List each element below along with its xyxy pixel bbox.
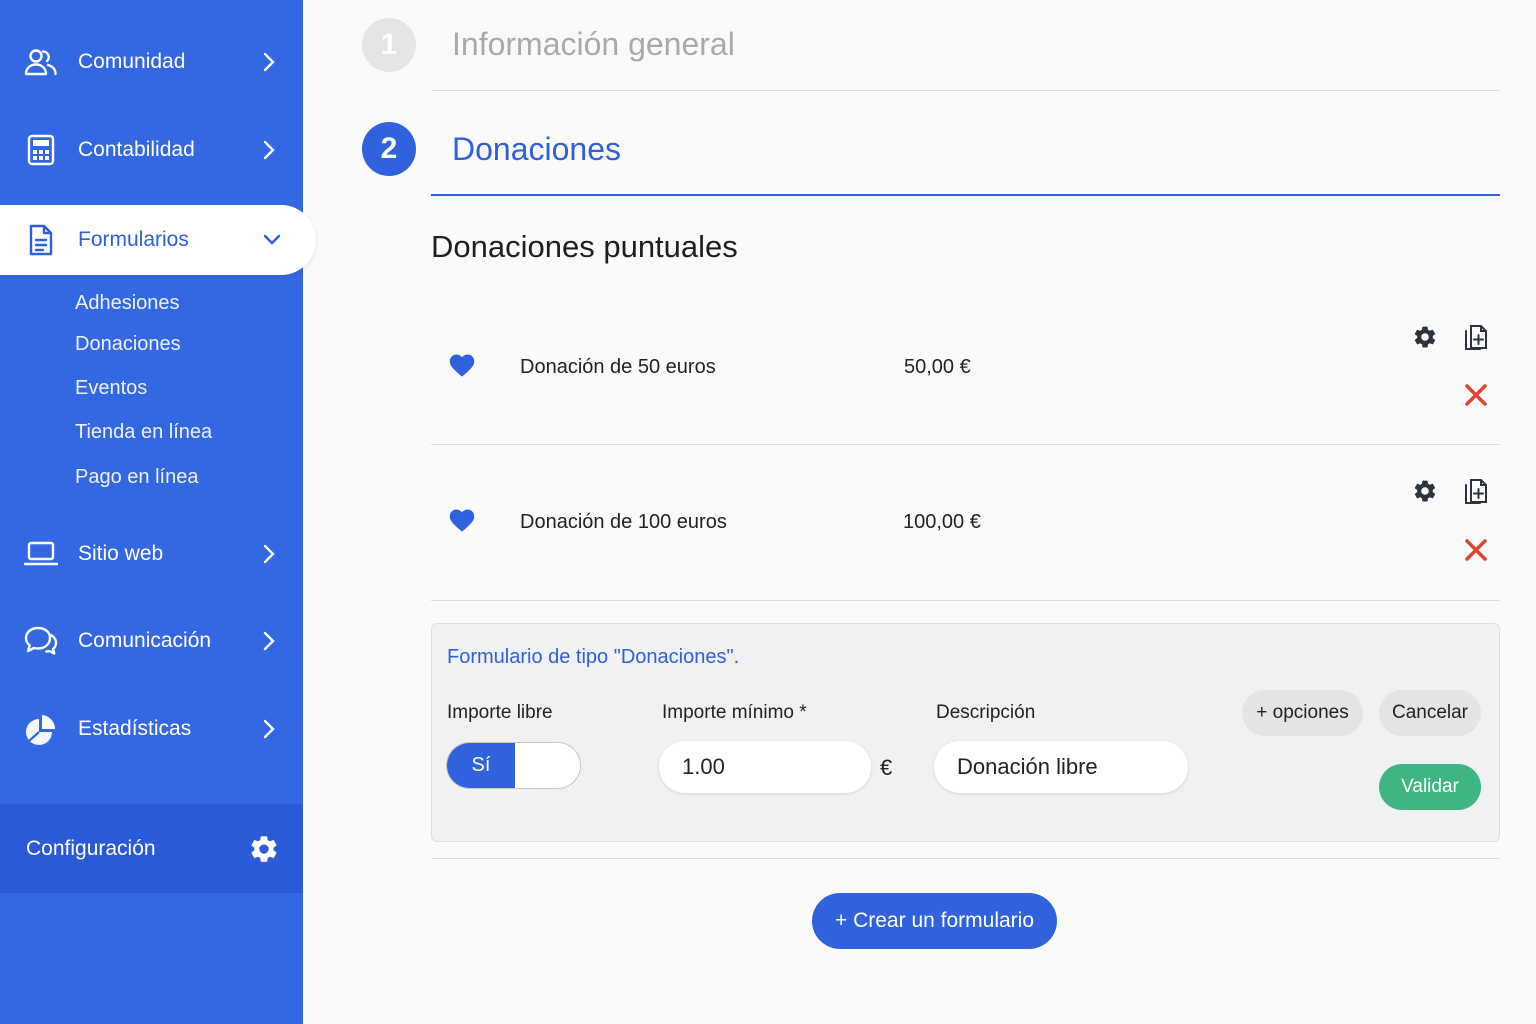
delete-icon[interactable] bbox=[1462, 381, 1490, 409]
heart-icon bbox=[448, 352, 476, 378]
toggle-on-label: Sí bbox=[447, 743, 515, 788]
step-2-title[interactable]: Donaciones bbox=[452, 131, 621, 168]
community-icon bbox=[24, 45, 58, 79]
sidebar: Comunidad Contabilidad Formularios Adhes… bbox=[0, 0, 316, 1024]
settings-gear-icon[interactable] bbox=[1411, 323, 1439, 351]
sidebar-item-sitio-web[interactable]: Sitio web bbox=[0, 519, 303, 589]
configuracion-label: Configuración bbox=[26, 836, 156, 860]
cancel-button[interactable]: Cancelar bbox=[1379, 690, 1481, 736]
validate-button[interactable]: Validar bbox=[1379, 764, 1481, 810]
min-amount-label: Importe mínimo * bbox=[662, 702, 807, 723]
chevron-right-icon bbox=[258, 139, 280, 161]
donation-amount: 50,00 € bbox=[904, 356, 971, 378]
sidebar-configuracion[interactable]: Configuración bbox=[0, 804, 303, 893]
sidebar-subitem-pago[interactable]: Pago en línea bbox=[75, 466, 198, 489]
pie-chart-icon bbox=[24, 712, 58, 746]
sidebar-item-formularios[interactable]: Formularios bbox=[0, 205, 316, 275]
min-amount-input[interactable]: 1.00 bbox=[659, 741, 871, 793]
step-1-number[interactable]: 1 bbox=[362, 18, 416, 72]
chat-icon bbox=[24, 624, 58, 658]
gear-icon bbox=[248, 833, 280, 865]
active-step-underline bbox=[431, 194, 1500, 196]
delete-icon[interactable] bbox=[1462, 536, 1490, 564]
create-form-button[interactable]: + Crear un formulario bbox=[812, 893, 1057, 949]
divider bbox=[431, 858, 1500, 859]
sidebar-item-label: Sitio web bbox=[78, 542, 164, 565]
calculator-icon bbox=[24, 133, 58, 167]
divider bbox=[431, 600, 1500, 601]
sidebar-subitem-donaciones[interactable]: Donaciones bbox=[75, 333, 181, 356]
sidebar-subitem-tienda[interactable]: Tienda en línea bbox=[75, 421, 212, 444]
description-input[interactable]: Donación libre bbox=[934, 741, 1188, 793]
step-1-title[interactable]: Información general bbox=[452, 26, 735, 63]
step-2-number[interactable]: 2 bbox=[362, 122, 416, 176]
donation-amount: 100,00 € bbox=[903, 511, 981, 533]
donation-name: Donación de 100 euros bbox=[520, 511, 727, 533]
sidebar-item-label: Contabilidad bbox=[78, 138, 195, 161]
document-icon bbox=[24, 223, 58, 257]
sidebar-item-label: Estadísticas bbox=[78, 717, 192, 740]
sidebar-item-contabilidad[interactable]: Contabilidad bbox=[0, 115, 303, 185]
sidebar-item-label: Formularios bbox=[78, 228, 189, 251]
sidebar-item-estadisticas[interactable]: Estadísticas bbox=[0, 694, 303, 764]
sidebar-item-comunicacion[interactable]: Comunicación bbox=[0, 606, 303, 676]
description-label: Descripción bbox=[936, 702, 1036, 723]
settings-gear-icon[interactable] bbox=[1411, 477, 1439, 505]
sidebar-subitem-eventos[interactable]: Eventos bbox=[75, 377, 147, 400]
chevron-right-icon bbox=[258, 718, 280, 740]
options-button[interactable]: + opciones bbox=[1242, 690, 1363, 736]
chevron-down-icon bbox=[261, 229, 283, 251]
laptop-icon bbox=[24, 537, 58, 571]
donation-name: Donación de 50 euros bbox=[520, 356, 716, 378]
free-amount-toggle[interactable]: Sí bbox=[446, 742, 581, 789]
sidebar-subitem-adhesiones[interactable]: Adhesiones bbox=[75, 292, 180, 315]
sidebar-item-label: Comunidad bbox=[78, 50, 186, 73]
heart-icon bbox=[448, 507, 476, 533]
chevron-right-icon bbox=[258, 630, 280, 652]
sidebar-item-comunidad[interactable]: Comunidad bbox=[0, 27, 303, 97]
sidebar-item-label: Comunicación bbox=[78, 629, 212, 652]
duplicate-icon[interactable] bbox=[1462, 477, 1490, 505]
divider bbox=[431, 444, 1500, 445]
chevron-right-icon bbox=[258, 543, 280, 565]
currency-symbol: € bbox=[880, 755, 893, 780]
form-panel-title: Formulario de tipo "Donaciones". bbox=[447, 646, 740, 668]
duplicate-icon[interactable] bbox=[1462, 323, 1490, 351]
free-amount-label: Importe libre bbox=[447, 702, 553, 723]
section-title: Donaciones puntuales bbox=[431, 229, 738, 264]
chevron-right-icon bbox=[258, 51, 280, 73]
divider bbox=[431, 90, 1500, 91]
